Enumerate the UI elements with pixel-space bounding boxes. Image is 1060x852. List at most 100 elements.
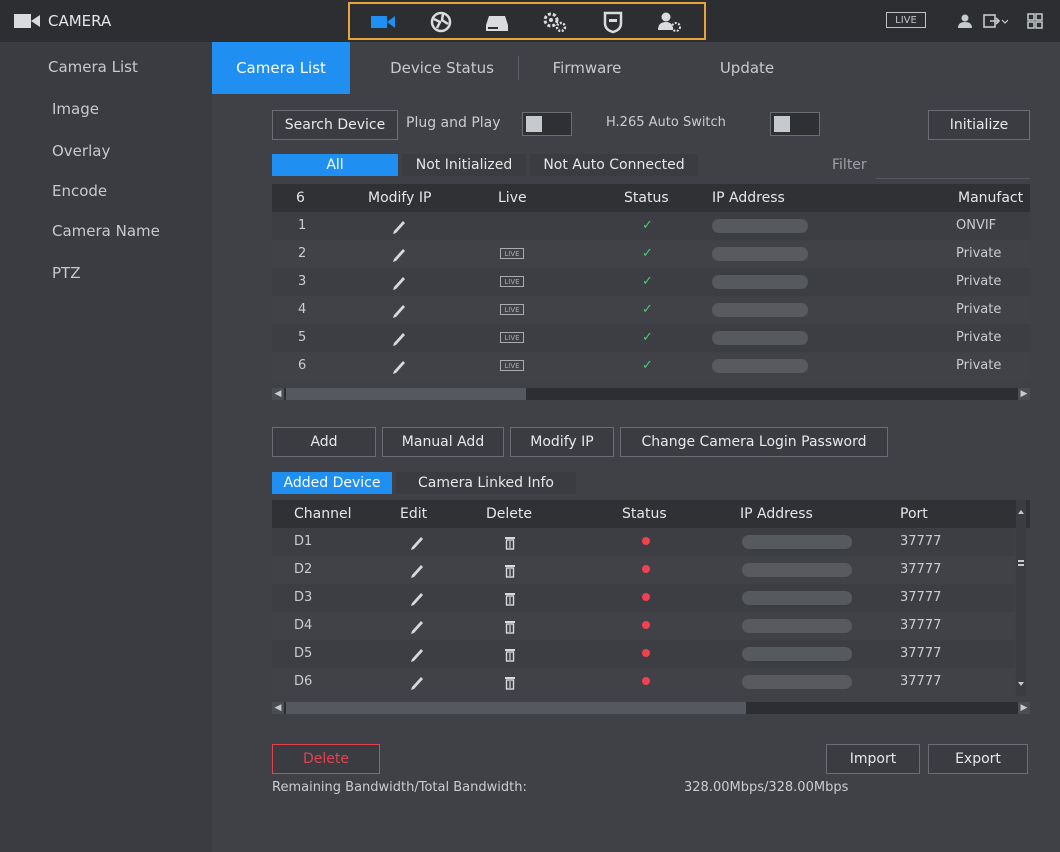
port: 37777 xyxy=(900,646,942,661)
sidebar-item-camera-list[interactable]: Camera List xyxy=(48,58,138,76)
modify-ip-pencil-icon[interactable] xyxy=(392,296,406,324)
col-status[interactable]: Status xyxy=(622,500,667,528)
col-modify-ip[interactable]: Modify IP xyxy=(368,184,431,212)
live-view-button[interactable]: LIVE xyxy=(886,12,926,28)
delete-button[interactable]: Delete xyxy=(272,744,380,774)
col-live[interactable]: Live xyxy=(498,184,527,212)
table-row[interactable]: D2 37777 xyxy=(272,556,1014,584)
table-row[interactable]: 2 LIVE ✓ Private xyxy=(272,240,1030,268)
col-edit[interactable]: Edit xyxy=(400,500,427,528)
table-row[interactable]: D5 37777 xyxy=(272,640,1014,668)
table-row[interactable]: 4 LIVE ✓ Private xyxy=(272,296,1030,324)
change-password-button[interactable]: Change Camera Login Password xyxy=(620,427,888,457)
modify-ip-pencil-icon[interactable] xyxy=(392,240,406,268)
tab-camera-linked-info[interactable]: Camera Linked Info xyxy=(396,472,576,494)
edit-pencil-icon[interactable] xyxy=(410,528,424,556)
col-manufacturer[interactable]: Manufact xyxy=(958,184,1023,212)
account-icon[interactable] xyxy=(656,10,682,34)
sidebar-item-overlay[interactable]: Overlay xyxy=(52,142,110,160)
row-number: 2 xyxy=(298,246,307,261)
live-preview-icon[interactable]: LIVE xyxy=(500,324,524,352)
live-preview-icon[interactable]: LIVE xyxy=(500,240,524,268)
channel: D4 xyxy=(294,618,313,633)
grid-menu-icon[interactable] xyxy=(1026,12,1044,30)
camera-icon[interactable] xyxy=(370,10,396,34)
table-row[interactable]: 5 LIVE ✓ Private xyxy=(272,324,1030,352)
edit-pencil-icon[interactable] xyxy=(410,640,424,668)
filter-tab-not-initialized[interactable]: Not Initialized xyxy=(402,154,526,176)
delete-trash-icon[interactable] xyxy=(504,668,516,696)
live-preview-icon[interactable]: LIVE xyxy=(500,268,524,296)
table-row[interactable]: 1 ✓ ONVIF xyxy=(272,212,1030,240)
tab-update[interactable]: Update xyxy=(692,42,802,94)
user-icon[interactable] xyxy=(956,12,974,30)
added-table-hscroll[interactable]: ◀ ▶ xyxy=(272,702,1030,714)
col-ip-address[interactable]: IP Address xyxy=(740,500,813,528)
search-table-hscroll[interactable]: ◀ ▶ xyxy=(272,388,1030,400)
status-offline-icon xyxy=(642,528,650,556)
table-row[interactable]: D6 37777 xyxy=(272,668,1014,696)
tab-camera-list[interactable]: Camera List xyxy=(212,42,350,94)
modify-ip-pencil-icon[interactable] xyxy=(392,352,406,380)
delete-trash-icon[interactable] xyxy=(504,528,516,556)
sidebar: Camera List Image Overlay Encode Camera … xyxy=(0,42,212,852)
port: 37777 xyxy=(900,674,942,689)
tab-firmware[interactable]: Firmware xyxy=(532,42,642,94)
table-row[interactable]: D1 37777 xyxy=(272,528,1014,556)
live-preview-icon[interactable]: LIVE xyxy=(500,296,524,324)
modify-ip-pencil-icon[interactable] xyxy=(392,268,406,296)
modify-ip-pencil-icon[interactable] xyxy=(392,212,406,240)
ip-address-redacted xyxy=(712,331,808,345)
delete-trash-icon[interactable] xyxy=(504,640,516,668)
col-channel[interactable]: Channel xyxy=(294,500,351,528)
added-table-vscroll[interactable] xyxy=(1016,500,1026,696)
import-button[interactable]: Import xyxy=(826,744,920,774)
delete-trash-icon[interactable] xyxy=(504,584,516,612)
col-ip-address[interactable]: IP Address xyxy=(712,184,785,212)
h265-auto-switch-toggle[interactable] xyxy=(770,112,820,136)
table-row[interactable]: D4 37777 xyxy=(272,612,1014,640)
manual-add-button[interactable]: Manual Add xyxy=(382,427,504,457)
filter-tab-all[interactable]: All xyxy=(272,154,398,176)
sidebar-item-camera-name[interactable]: Camera Name xyxy=(52,222,160,240)
modify-ip-pencil-icon[interactable] xyxy=(392,324,406,352)
filter-tab-not-auto-connected[interactable]: Not Auto Connected xyxy=(530,154,698,176)
edit-pencil-icon[interactable] xyxy=(410,668,424,696)
storage-icon[interactable] xyxy=(484,10,510,34)
sidebar-item-image[interactable]: Image xyxy=(52,100,99,118)
security-icon[interactable] xyxy=(600,10,626,34)
tab-added-device[interactable]: Added Device xyxy=(272,472,392,494)
tab-device-status[interactable]: Device Status xyxy=(372,42,512,94)
filter-input[interactable] xyxy=(876,178,1030,179)
table-row[interactable]: 6 LIVE ✓ Private xyxy=(272,352,1030,380)
edit-pencil-icon[interactable] xyxy=(410,556,424,584)
system-icon[interactable] xyxy=(542,10,568,34)
logout-icon[interactable] xyxy=(982,12,1008,30)
col-status[interactable]: Status xyxy=(624,184,669,212)
added-table-header: Channel Edit Delete Status IP Address Po… xyxy=(272,500,1030,528)
live-preview-icon[interactable]: LIVE xyxy=(500,352,524,380)
status-ok-icon: ✓ xyxy=(642,330,653,345)
table-row[interactable]: D3 37777 xyxy=(272,584,1014,612)
tab-divider xyxy=(518,56,519,80)
sidebar-item-encode[interactable]: Encode xyxy=(52,182,107,200)
edit-pencil-icon[interactable] xyxy=(410,584,424,612)
ip-address-redacted xyxy=(712,275,808,289)
edit-pencil-icon[interactable] xyxy=(410,612,424,640)
table-row[interactable]: 3 LIVE ✓ Private xyxy=(272,268,1030,296)
plug-and-play-toggle[interactable] xyxy=(522,112,572,136)
search-device-button[interactable]: Search Device xyxy=(272,110,398,140)
ip-address-redacted xyxy=(712,359,808,373)
status-ok-icon: ✓ xyxy=(642,358,653,373)
initialize-button[interactable]: Initialize xyxy=(928,110,1030,140)
sidebar-item-ptz[interactable]: PTZ xyxy=(52,264,80,282)
network-icon[interactable] xyxy=(428,10,454,34)
delete-trash-icon[interactable] xyxy=(504,556,516,584)
delete-trash-icon[interactable] xyxy=(504,612,516,640)
modify-ip-button[interactable]: Modify IP xyxy=(510,427,614,457)
col-port[interactable]: Port xyxy=(900,500,928,528)
status-offline-icon xyxy=(642,668,650,696)
add-button[interactable]: Add xyxy=(272,427,376,457)
export-button[interactable]: Export xyxy=(928,744,1028,774)
col-delete[interactable]: Delete xyxy=(486,500,532,528)
